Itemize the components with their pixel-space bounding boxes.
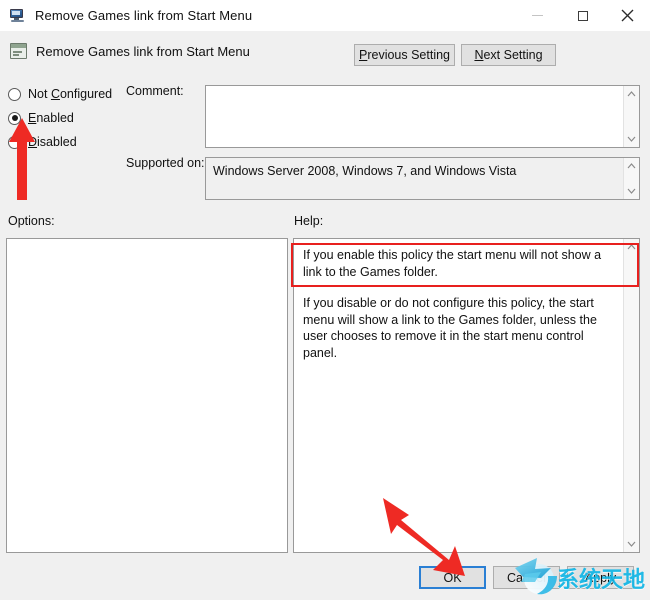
radio-mark-enabled: [8, 111, 21, 125]
radio-mark-disabled: [8, 135, 21, 149]
chevron-down-icon[interactable]: [625, 185, 639, 197]
maximize-icon[interactable]: [560, 0, 605, 31]
title-bar: Remove Games link from Start Menu: [0, 0, 650, 31]
chevron-down-icon[interactable]: [625, 133, 639, 145]
help-panel: If you enable this policy the start menu…: [293, 238, 640, 553]
options-panel[interactable]: [6, 238, 288, 553]
ok-button[interactable]: OK: [419, 566, 486, 589]
previous-setting-button[interactable]: Previous Setting: [354, 44, 455, 66]
radio-disabled[interactable]: Disabled: [8, 130, 138, 154]
comment-label: Comment:: [126, 84, 184, 98]
supported-on-label: Supported on:: [126, 156, 205, 170]
help-paragraph-1: If you enable this policy the start menu…: [303, 248, 602, 279]
computer-monitor-icon: [9, 8, 26, 23]
help-text: If you enable this policy the start menu…: [294, 239, 623, 552]
radio-enabled[interactable]: Enabled: [8, 106, 138, 130]
setting-title: Remove Games link from Start Menu: [36, 44, 250, 59]
group-policy-setting-dialog: Remove Games link from Start Menu Remove…: [0, 0, 650, 600]
supported-on-value: Windows Server 2008, Windows 7, and Wind…: [213, 164, 517, 178]
radio-label-not-configured: Not Configured: [28, 87, 113, 101]
radio-not-configured[interactable]: Not Configured: [8, 82, 138, 106]
window-title: Remove Games link from Start Menu: [35, 8, 253, 23]
help-paragraph-2: If you disable or do not configure this …: [303, 296, 597, 360]
chevron-down-icon[interactable]: [625, 538, 639, 550]
policy-setting-icon: [10, 43, 27, 59]
policy-state-radio-group: Not Configured Enabled Disabled: [8, 82, 138, 154]
window-controls: [515, 0, 650, 31]
minimize-icon[interactable]: [515, 0, 560, 31]
comment-scrollbar[interactable]: [623, 86, 639, 147]
supported-on-scrollbar[interactable]: [623, 158, 639, 199]
next-setting-button[interactable]: Next Setting: [461, 44, 556, 66]
chevron-up-icon[interactable]: [625, 160, 639, 172]
radio-label-disabled: Disabled: [28, 135, 77, 149]
help-scrollbar[interactable]: [623, 239, 639, 552]
close-icon[interactable]: [605, 0, 650, 31]
cancel-button[interactable]: Cancel: [493, 566, 560, 589]
comment-value[interactable]: [206, 86, 623, 147]
chevron-up-icon[interactable]: [625, 88, 639, 100]
apply-button[interactable]: Apply: [567, 566, 634, 589]
help-label: Help:: [294, 214, 324, 228]
radio-mark-not-configured: [8, 87, 21, 101]
chevron-up-icon[interactable]: [625, 241, 639, 253]
comment-field[interactable]: [205, 85, 640, 148]
options-label: Options:: [8, 214, 55, 228]
supported-on-field: Windows Server 2008, Windows 7, and Wind…: [205, 157, 640, 200]
radio-label-enabled: Enabled: [28, 111, 74, 125]
